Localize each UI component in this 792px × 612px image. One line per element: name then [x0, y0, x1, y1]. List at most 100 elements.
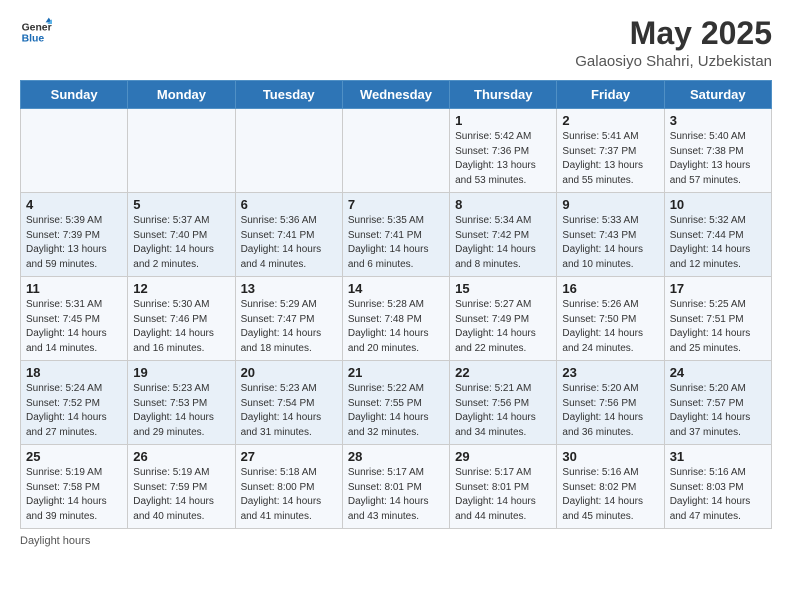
cell-info-text: Sunrise: 5:21 AMSunset: 7:56 PMDaylight:… — [455, 382, 551, 440]
cell-day-number: 6 — [241, 197, 337, 212]
calendar-cell: 17 Sunrise: 5:25 AMSunset: 7:51 PMDayligh… — [664, 277, 771, 361]
cell-info-text: Sunrise: 5:20 AMSunset: 7:57 PMDaylight:… — [670, 382, 766, 440]
header-day-thursday: Thursday — [450, 81, 557, 109]
cell-info-text: Sunrise: 5:31 AMSunset: 7:45 PMDaylight:… — [26, 298, 122, 356]
calendar-cell: 29Sunrise: 5:17 AMSunset: 8:01 PMDayligh… — [450, 445, 557, 529]
week-row-2: 4 Sunrise: 5:39 AMSunset: 7:39 PMDaylight… — [21, 193, 772, 277]
calendar-cell — [128, 109, 235, 193]
calendar-cell: 16 Sunrise: 5:26 AMSunset: 7:50 PMDayligh… — [557, 277, 664, 361]
cell-day-number: 26 — [133, 449, 229, 464]
header-row: SundayMondayTuesdayWednesdayThursdayFrid… — [21, 81, 772, 109]
title-block: May 2025 Galaosiyo Shahri, Uzbekistan — [575, 16, 772, 70]
cell-day-number: 23 — [562, 365, 658, 380]
calendar-cell — [235, 109, 342, 193]
cell-day-number: 8 — [455, 197, 551, 212]
calendar-cell: 22 Sunrise: 5:21 AMSunset: 7:56 PMDayligh… — [450, 361, 557, 445]
cell-info-text: Sunrise: 5:39 AMSunset: 7:39 PMDaylight:… — [26, 214, 122, 272]
calendar-cell — [342, 109, 449, 193]
week-row-1: 1 Sunrise: 5:42 AMSunset: 7:36 PMDaylight… — [21, 109, 772, 193]
cell-info-text: Sunrise: 5:26 AMSunset: 7:50 PMDaylight:… — [562, 298, 658, 356]
cell-info-text: Sunrise: 5:19 AMSunset: 7:59 PMDaylight:… — [133, 466, 229, 524]
logo-icon: General Blue — [20, 16, 52, 48]
calendar-cell: 28 Sunrise: 5:17 AMSunset: 8:01 PMDayligh… — [342, 445, 449, 529]
calendar-cell — [21, 109, 128, 193]
calendar-cell: 10Sunrise: 5:32 AMSunset: 7:44 PMDayligh… — [664, 193, 771, 277]
cell-info-text: Sunrise: 5:22 AMSunset: 7:55 PMDaylight:… — [348, 382, 444, 440]
calendar-cell: 19 Sunrise: 5:23 AMSunset: 7:53 PMDayligh… — [128, 361, 235, 445]
cell-info-text: Sunrise: 5:19 AMSunset: 7:58 PMDaylight:… — [26, 466, 122, 524]
cell-info-text: Sunrise: 5:35 AMSunset: 7:41 PMDaylight:… — [348, 214, 444, 272]
logo: General Blue — [20, 16, 52, 48]
calendar-cell: 18Sunrise: 5:24 AMSunset: 7:52 PMDayligh… — [21, 361, 128, 445]
cell-info-text: Sunrise: 5:25 AMSunset: 7:51 PMDaylight:… — [670, 298, 766, 356]
footer: Daylight hours — [20, 535, 772, 547]
cell-day-number: 9 — [562, 197, 658, 212]
cell-day-number: 19 — [133, 365, 229, 380]
cell-info-text: Sunrise: 5:37 AMSunset: 7:40 PMDaylight:… — [133, 214, 229, 272]
cell-info-text: Sunrise: 5:32 AMSunset: 7:44 PMDaylight:… — [670, 214, 766, 272]
page: General Blue May 2025 Galaosiyo Shahri, … — [0, 0, 792, 612]
cell-day-number: 25 — [26, 449, 122, 464]
calendar-cell: 7Sunrise: 5:35 AMSunset: 7:41 PMDaylight… — [342, 193, 449, 277]
subtitle: Galaosiyo Shahri, Uzbekistan — [575, 53, 772, 70]
cell-day-number: 20 — [241, 365, 337, 380]
cell-day-number: 12 — [133, 281, 229, 296]
cell-info-text: Sunrise: 5:17 AMSunset: 8:01 PMDaylight:… — [348, 466, 444, 524]
cell-day-number: 30 — [562, 449, 658, 464]
cell-info-text: Sunrise: 5:28 AMSunset: 7:48 PMDaylight:… — [348, 298, 444, 356]
cell-day-number: 14 — [348, 281, 444, 296]
calendar-cell: 20 Sunrise: 5:23 AMSunset: 7:54 PMDayligh… — [235, 361, 342, 445]
calendar-cell: 3Sunrise: 5:40 AMSunset: 7:38 PMDaylight… — [664, 109, 771, 193]
calendar-cell: 1 Sunrise: 5:42 AMSunset: 7:36 PMDaylight… — [450, 109, 557, 193]
cell-day-number: 28 — [348, 449, 444, 464]
cell-day-number: 5 — [133, 197, 229, 212]
cell-info-text: Sunrise: 5:16 AMSunset: 8:03 PMDaylight:… — [670, 466, 766, 524]
cell-day-number: 31 — [670, 449, 766, 464]
cell-info-text: Sunrise: 5:41 AMSunset: 7:37 PMDaylight:… — [562, 130, 658, 188]
svg-text:Blue: Blue — [22, 34, 45, 45]
cell-day-number: 4 — [26, 197, 122, 212]
calendar-cell: 14 Sunrise: 5:28 AMSunset: 7:48 PMDayligh… — [342, 277, 449, 361]
calendar-cell: 15 Sunrise: 5:27 AMSunset: 7:49 PMDayligh… — [450, 277, 557, 361]
cell-day-number: 13 — [241, 281, 337, 296]
header-day-monday: Monday — [128, 81, 235, 109]
header-day-wednesday: Wednesday — [342, 81, 449, 109]
cell-day-number: 22 — [455, 365, 551, 380]
header: General Blue May 2025 Galaosiyo Shahri, … — [20, 16, 772, 70]
calendar-cell: 21Sunrise: 5:22 AMSunset: 7:55 PMDayligh… — [342, 361, 449, 445]
calendar-cell: 30Sunrise: 5:16 AMSunset: 8:02 PMDayligh… — [557, 445, 664, 529]
calendar-cell: 23Sunrise: 5:20 AMSunset: 7:56 PMDayligh… — [557, 361, 664, 445]
calendar-cell: 26 Sunrise: 5:19 AMSunset: 7:59 PMDayligh… — [128, 445, 235, 529]
cell-day-number: 11 — [26, 281, 122, 296]
header-day-sunday: Sunday — [21, 81, 128, 109]
cell-info-text: Sunrise: 5:23 AMSunset: 7:53 PMDaylight:… — [133, 382, 229, 440]
header-day-tuesday: Tuesday — [235, 81, 342, 109]
calendar-cell: 8 Sunrise: 5:34 AMSunset: 7:42 PMDaylight… — [450, 193, 557, 277]
week-row-4: 18Sunrise: 5:24 AMSunset: 7:52 PMDayligh… — [21, 361, 772, 445]
cell-day-number: 15 — [455, 281, 551, 296]
cell-day-number: 17 — [670, 281, 766, 296]
cell-info-text: Sunrise: 5:33 AMSunset: 7:43 PMDaylight:… — [562, 214, 658, 272]
cell-info-text: Sunrise: 5:29 AMSunset: 7:47 PMDaylight:… — [241, 298, 337, 356]
cell-info-text: Sunrise: 5:18 AMSunset: 8:00 PMDaylight:… — [241, 466, 337, 524]
cell-day-number: 2 — [562, 113, 658, 128]
calendar-cell: 25 Sunrise: 5:19 AMSunset: 7:58 PMDayligh… — [21, 445, 128, 529]
header-day-saturday: Saturday — [664, 81, 771, 109]
daylight-label: Daylight hours — [20, 535, 90, 547]
cell-info-text: Sunrise: 5:34 AMSunset: 7:42 PMDaylight:… — [455, 214, 551, 272]
calendar-cell: 2 Sunrise: 5:41 AMSunset: 7:37 PMDaylight… — [557, 109, 664, 193]
calendar-cell: 6Sunrise: 5:36 AMSunset: 7:41 PMDaylight… — [235, 193, 342, 277]
cell-day-number: 1 — [455, 113, 551, 128]
cell-info-text: Sunrise: 5:42 AMSunset: 7:36 PMDaylight:… — [455, 130, 551, 188]
cell-info-text: Sunrise: 5:23 AMSunset: 7:54 PMDaylight:… — [241, 382, 337, 440]
cell-day-number: 16 — [562, 281, 658, 296]
calendar-cell: 27 Sunrise: 5:18 AMSunset: 8:00 PMDayligh… — [235, 445, 342, 529]
cell-day-number: 27 — [241, 449, 337, 464]
calendar-cell: 12Sunrise: 5:30 AMSunset: 7:46 PMDayligh… — [128, 277, 235, 361]
cell-day-number: 18 — [26, 365, 122, 380]
calendar-cell: 24Sunrise: 5:20 AMSunset: 7:57 PMDayligh… — [664, 361, 771, 445]
svg-text:General: General — [22, 22, 52, 33]
week-row-3: 11 Sunrise: 5:31 AMSunset: 7:45 PMDayligh… — [21, 277, 772, 361]
cell-info-text: Sunrise: 5:27 AMSunset: 7:49 PMDaylight:… — [455, 298, 551, 356]
calendar-table: SundayMondayTuesdayWednesdayThursdayFrid… — [20, 80, 772, 529]
